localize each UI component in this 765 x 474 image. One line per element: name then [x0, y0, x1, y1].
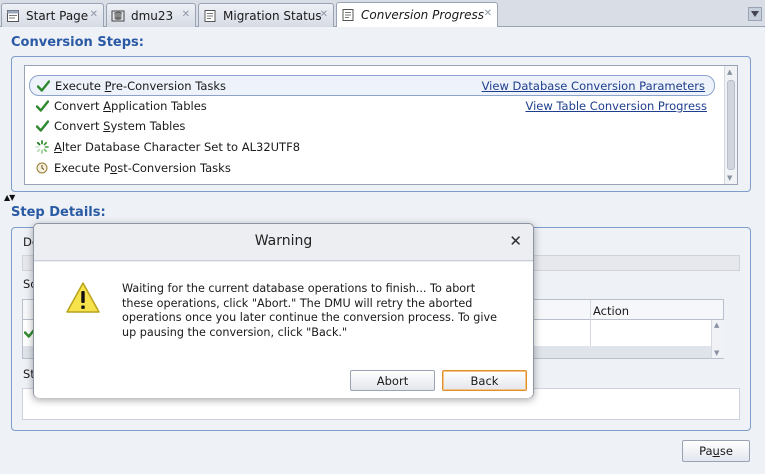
tab-list-dropdown-icon[interactable] [748, 7, 762, 21]
dialog-message: Waiting for the current database operati… [122, 282, 498, 339]
dialog-titlebar[interactable]: Warning ✕ [34, 224, 533, 261]
scrollbar-thumb[interactable] [727, 80, 735, 170]
tab-label: Conversion Progress [361, 8, 485, 22]
details-scrollbar[interactable]: ▲ ▼ [711, 320, 724, 358]
document-icon [341, 8, 355, 22]
step-pre-conversion-tasks[interactable]: Execute Pre-Conversion Tasks View Databa… [29, 75, 715, 96]
scroll-down-icon[interactable]: ▼ [727, 174, 732, 182]
tab-label: Start Page [26, 8, 89, 23]
tab-migration-status[interactable]: Migration Status ✕ [198, 3, 334, 27]
step-details-heading: Step Details: [11, 205, 106, 220]
spinner-icon [35, 140, 49, 154]
clock-icon [35, 161, 49, 175]
database-connection-icon [111, 9, 125, 23]
step-post-conversion-tasks[interactable]: Execute Post-Conversion Tasks [29, 158, 715, 178]
close-icon[interactable]: ✕ [509, 232, 522, 250]
tab-label: dmu23 [131, 8, 174, 23]
tab-dmu23[interactable]: dmu23 ✕ [106, 3, 196, 27]
dialog-body: Waiting for the current database operati… [34, 262, 533, 398]
conversion-steps-list: Execute Pre-Conversion Tasks View Databa… [24, 65, 738, 185]
step-alter-database-character-set[interactable]: Alter Database Character Set to AL32UTF8 [29, 137, 715, 157]
pause-button[interactable]: Pause [682, 440, 750, 462]
step-convert-application-tables[interactable]: Convert Application Tables View Table Co… [29, 96, 715, 116]
tab-conversion-progress[interactable]: Conversion Progress ✕ [336, 2, 498, 27]
step-label: Execute Pre-Conversion Tasks [55, 78, 227, 93]
checkmark-icon [35, 119, 49, 133]
checkmark-icon [35, 99, 49, 113]
view-table-conversion-progress-link[interactable]: View Table Conversion Progress [525, 99, 707, 113]
checkmark-icon [36, 79, 50, 93]
step-convert-system-tables[interactable]: Convert System Tables [29, 116, 715, 136]
splitter-collapse-icon[interactable]: ▲▼ [4, 193, 15, 202]
step-label: Convert Application Tables [54, 99, 207, 113]
conversion-steps-panel: Execute Pre-Conversion Tasks View Databa… [11, 56, 751, 192]
scroll-up-icon[interactable]: ▲ [727, 68, 732, 76]
warning-dialog: Warning ✕ Waiting for the current databa… [33, 223, 534, 398]
back-button[interactable]: Back [442, 370, 527, 391]
dialog-title: Warning [254, 233, 313, 249]
scroll-up-icon[interactable]: ▲ [714, 321, 719, 329]
conversion-steps-heading: Conversion Steps: [11, 35, 144, 50]
action-column-header: Action [593, 304, 630, 318]
step-label: Alter Database Character Set to AL32UTF8 [54, 140, 301, 154]
step-label: Convert System Tables [54, 119, 186, 133]
view-database-conversion-parameters-link[interactable]: View Database Conversion Parameters [482, 79, 705, 93]
step-label: Execute Post-Conversion Tasks [54, 161, 231, 175]
tab-start-page[interactable]: Start Page ✕ [1, 3, 104, 27]
scroll-down-icon[interactable]: ▼ [714, 349, 719, 357]
document-icon [203, 9, 217, 23]
home-page-icon [6, 9, 20, 23]
abort-button[interactable]: Abort [350, 370, 435, 391]
steps-scrollbar[interactable]: ▲ ▼ [724, 66, 737, 184]
close-icon[interactable]: ✕ [90, 9, 98, 20]
editor-tab-bar: Start Page ✕ dmu23 ✕ Migration Status ✕ … [0, 0, 765, 27]
close-icon[interactable]: ✕ [320, 9, 328, 20]
warning-icon [65, 281, 101, 315]
tab-label: Migration Status [223, 8, 322, 23]
close-icon[interactable]: ✕ [182, 9, 190, 20]
close-icon[interactable]: ✕ [484, 8, 492, 19]
